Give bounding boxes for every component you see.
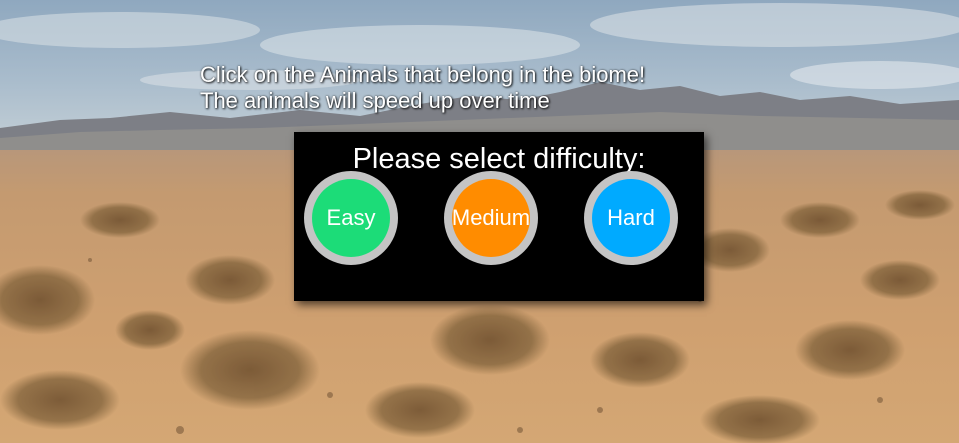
- medium-button[interactable]: Medium: [444, 171, 538, 265]
- easy-button-face[interactable]: Easy: [312, 179, 390, 257]
- instructions: Click on the Animals that belong in the …: [200, 62, 645, 114]
- difficulty-panel: Please select difficulty: Easy Medium Ha…: [294, 132, 704, 301]
- medium-button-label: Medium: [451, 205, 531, 230]
- hard-button[interactable]: Hard: [584, 171, 678, 265]
- easy-button[interactable]: Easy: [304, 171, 398, 265]
- instruction-line-2: The animals will speed up over time: [200, 88, 550, 113]
- medium-button-face[interactable]: Medium: [452, 179, 530, 257]
- hard-button-label: Hard: [607, 205, 655, 230]
- hard-button-face[interactable]: Hard: [592, 179, 670, 257]
- instruction-line-1: Click on the Animals that belong in the …: [200, 62, 646, 87]
- easy-button-label: Easy: [326, 205, 376, 230]
